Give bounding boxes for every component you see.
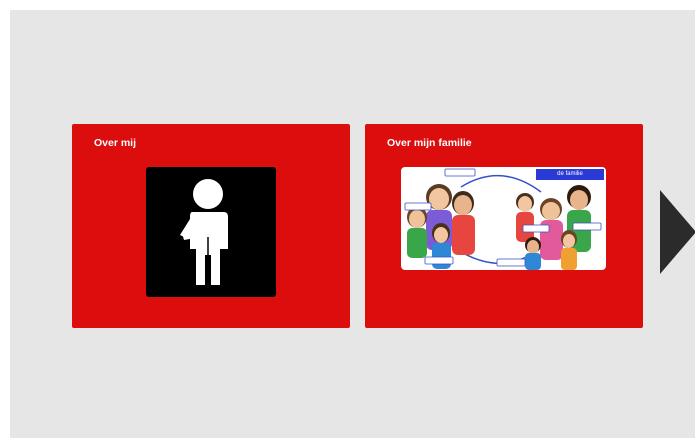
card-title: Over mij xyxy=(94,137,137,149)
family-illustration: de familie xyxy=(401,167,606,270)
chevron-right-icon[interactable] xyxy=(658,190,695,274)
card-over-mijn-familie[interactable]: Over mijn familie de familie xyxy=(365,124,643,328)
card-title: Over mijn familie xyxy=(387,137,472,149)
card-over-mij[interactable]: Over mij xyxy=(72,124,350,328)
carousel-stage: Over mij Over mijn familie de familie xyxy=(10,10,695,438)
family-tag: de familie xyxy=(536,169,604,180)
person-pointing-self-icon xyxy=(146,167,276,297)
